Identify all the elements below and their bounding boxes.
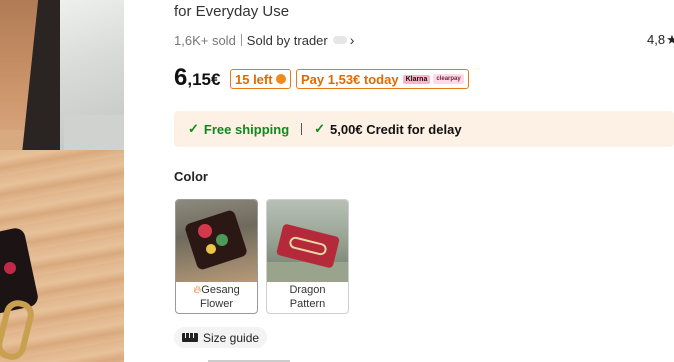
product-meta: 1,6K+ sold Sold by trader › [174,32,354,48]
meta-divider [240,34,242,46]
product-main-image[interactable] [0,0,124,362]
sold-count: 1,6K+ sold [174,32,236,48]
seller-avatar [332,36,347,44]
color-option-line1: Gesang [201,284,240,296]
color-option-dragon-pattern[interactable]: Dragon Pattern [266,199,349,314]
size-guide-label: Size guide [203,330,260,345]
photo-flower [4,262,16,274]
color-option-caption: 🔥︎Gesang Flower [176,283,257,311]
color-option-thumbnail [176,200,257,282]
photo-window-sill [64,115,124,155]
product-title: for Everyday Use [174,3,290,20]
rating-value: 4,8 [647,32,666,47]
seller-link[interactable]: Sold by trader [247,33,328,48]
check-icon: ✓ [314,121,326,136]
shipping-benefits-bar[interactable]: ✓ Free shipping ✓ 5,00€ Credit for delay [174,111,674,147]
color-option-line2: Pattern [289,298,326,310]
ruler-icon [182,333,198,342]
thumb-flower [216,234,228,246]
color-option-line2: Flower [199,298,233,310]
thumb-ground [267,262,348,282]
installment-badge[interactable]: Pay 1,53€ today Klarna clearpay [296,69,469,89]
product-rating[interactable]: 4,8★ [647,32,674,48]
color-option-line1: Dragon [289,284,326,296]
check-icon: ✓ [188,121,199,136]
stock-badge-label: 15 left [235,71,273,87]
benefit-divider [301,123,303,135]
color-section-label: Color [174,169,208,184]
free-shipping-label: Free shipping [203,121,290,137]
price: 6 ,15€ [174,64,220,92]
thumb-flower [198,224,212,238]
price-integer: 6 [174,64,188,91]
installment-badge-label: Pay 1,53€ today [301,71,399,87]
clock-icon [275,74,286,84]
star-icon: ★ [666,32,674,47]
size-guide-button[interactable]: Size guide [174,327,268,348]
color-option-caption: Dragon Pattern [267,283,348,311]
chevron-right-icon[interactable]: › [350,32,355,48]
color-option-gesang-flower[interactable]: 🔥︎Gesang Flower [175,199,258,314]
klarna-logo: Klarna [402,74,431,84]
price-decimal: ,15€ [187,70,221,89]
color-option-thumbnail [267,200,348,282]
thumb-flower [206,244,216,254]
clearpay-logo: clearpay [433,74,464,84]
delay-credit-label: 5,00€ Credit for delay [330,121,462,137]
stock-badge: 15 left [230,69,291,89]
